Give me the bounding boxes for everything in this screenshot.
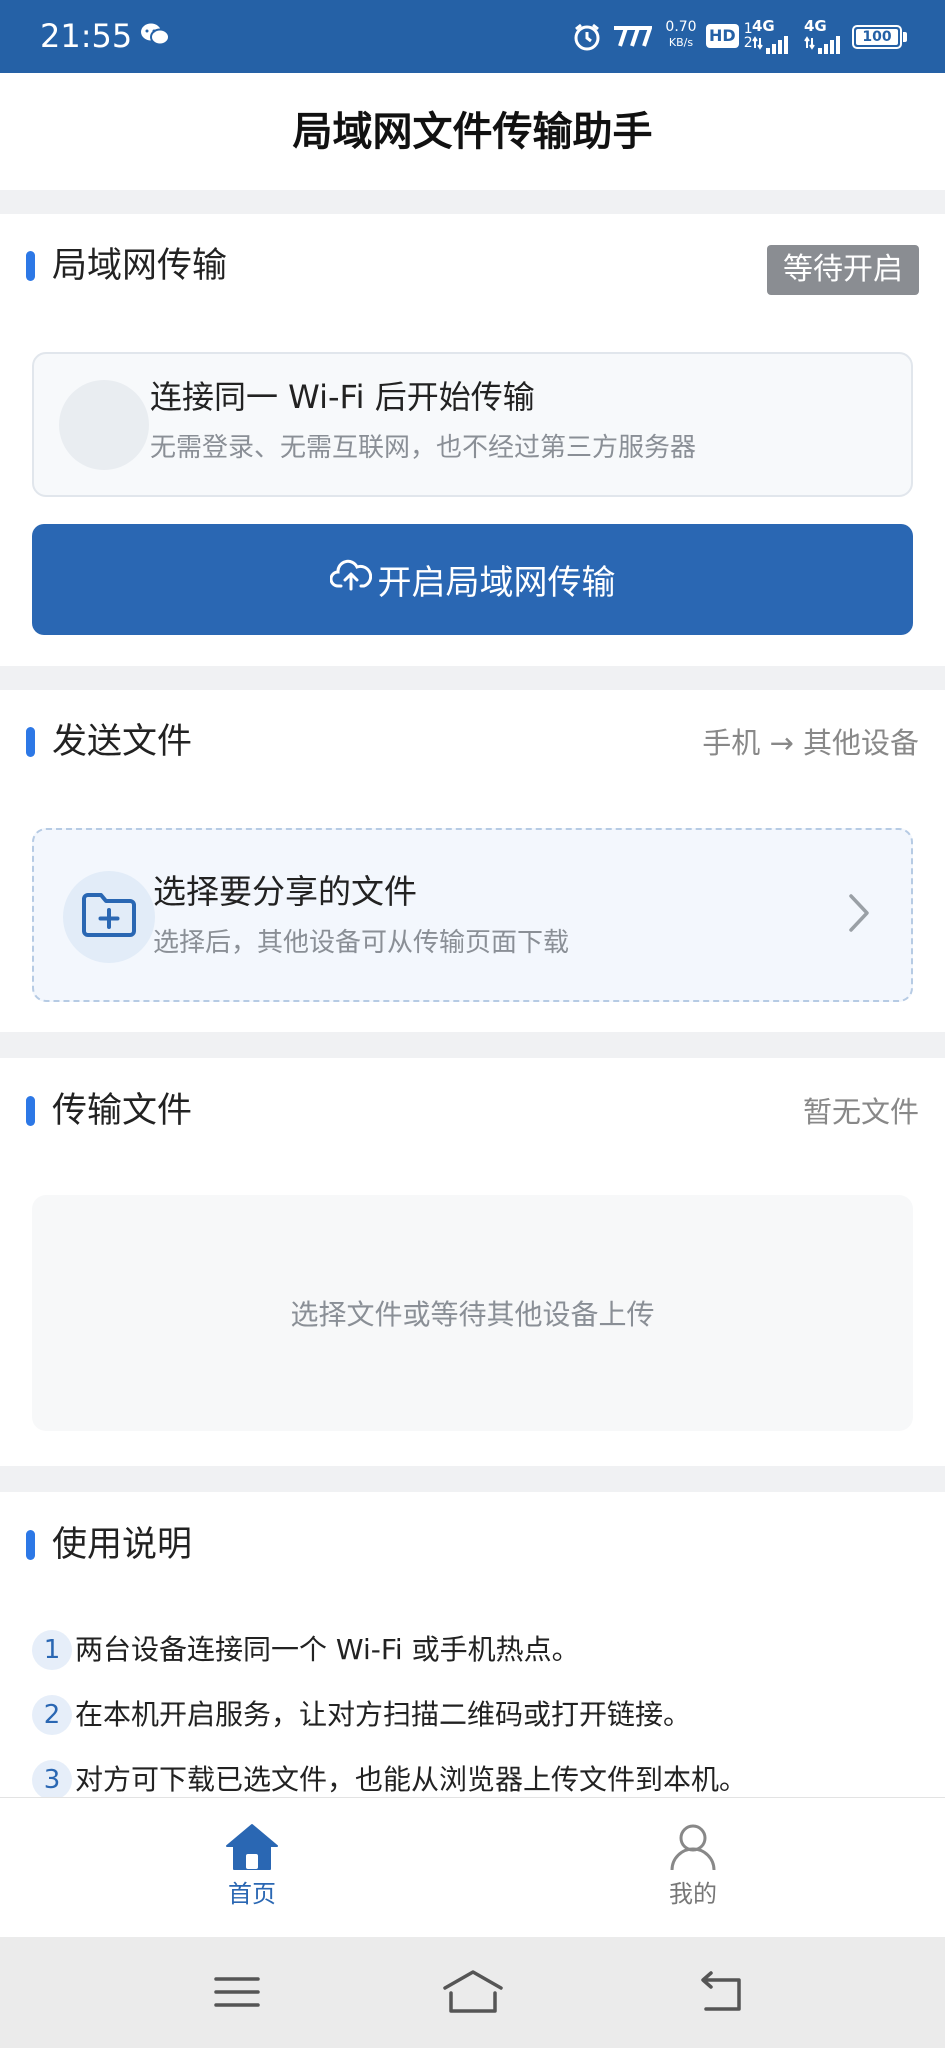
- step-number: 3: [32, 1760, 72, 1800]
- transfer-status: 暂无文件: [802, 1095, 919, 1129]
- user-icon: [667, 1824, 719, 1876]
- hd-voice-icon: HD 1 2: [706, 22, 753, 50]
- chevron-right-icon: [847, 892, 871, 938]
- home-icon: [224, 1824, 280, 1876]
- status-badge: 等待开启: [767, 245, 919, 295]
- cloud-upload-icon: [329, 558, 378, 601]
- net-speed-unit: KB/s: [668, 36, 694, 49]
- step-text: 对方可下载已选文件，也能从浏览器上传文件到本机。: [75, 1763, 748, 1796]
- battery-icon: 100: [852, 25, 902, 49]
- section-accent-bar: [26, 251, 35, 281]
- step-text: 在本机开启服务，让对方扫描二维码或打开链接。: [75, 1698, 692, 1731]
- wifi-avatar: [59, 380, 149, 470]
- section-accent-bar: [26, 727, 35, 757]
- signal2-label: 4G: [804, 17, 827, 35]
- page-title: 局域网文件传输助手: [292, 109, 653, 155]
- empty-state: 选择文件或等待其他设备上传: [32, 1195, 913, 1431]
- wifi-info-box: 连接同一 Wi-Fi 后开始传输 无需登录、无需互联网，也不经过第三方服务器: [32, 352, 913, 497]
- usage-guide-card: 使用说明 1 两台设备连接同一个 Wi-Fi 或手机热点。 2 在本机开启服务，…: [0, 1492, 945, 1800]
- section-accent-bar: [26, 1530, 35, 1560]
- send-files-card: 发送文件 手机 → 其他设备 选择要分享的文件 选择后，其他设备可从传输页面下载: [0, 690, 945, 1032]
- pick-title: 选择要分享的文件: [153, 872, 417, 911]
- transfer-files-card: 传输文件 暂无文件 选择文件或等待其他设备上传: [0, 1058, 945, 1466]
- step-number: 2: [32, 1695, 72, 1735]
- status-time: 21:55: [40, 17, 133, 55]
- nav-label: 我的: [669, 1880, 717, 1908]
- section-accent-bar: [26, 1096, 35, 1126]
- pick-file-button[interactable]: 选择要分享的文件 选择后，其他设备可从传输页面下载: [32, 828, 913, 1002]
- alarm-icon: [572, 22, 602, 56]
- app-header: 局域网文件传输助手: [0, 73, 945, 190]
- section-title: 传输文件: [52, 1091, 193, 1131]
- info-subtitle: 无需登录、无需互联网，也不经过第三方服务器: [150, 433, 697, 463]
- system-nav-bar: [0, 1937, 945, 2048]
- nav-item-mine[interactable]: 我的: [633, 1822, 753, 1910]
- lan-transfer-card: 局域网传输 等待开启 连接同一 Wi-Fi 后开始传输 无需登录、无需互联网，也…: [0, 214, 945, 666]
- info-title: 连接同一 Wi-Fi 后开始传输: [150, 378, 535, 416]
- step-number: 1: [32, 1630, 72, 1670]
- nav-label: 首页: [228, 1880, 276, 1908]
- signal1-label: 4G: [752, 17, 775, 35]
- hd-label: HD: [706, 24, 739, 48]
- back-icon[interactable]: [696, 1967, 746, 2021]
- menu-icon[interactable]: [214, 1967, 260, 2021]
- section-title: 使用说明: [52, 1525, 193, 1565]
- step-text: 两台设备连接同一个 Wi-Fi 或手机热点。: [75, 1633, 580, 1666]
- net-speed-value: 0.70: [665, 19, 697, 35]
- nav-item-home[interactable]: 首页: [192, 1822, 312, 1910]
- start-lan-button-label: 开启局域网传输: [377, 563, 616, 603]
- section-title: 局域网传输: [52, 246, 228, 286]
- start-lan-button[interactable]: 开启局域网传输: [32, 524, 913, 635]
- pick-subtitle: 选择后，其他设备可从传输页面下载: [153, 928, 570, 958]
- home-system-icon[interactable]: [442, 1967, 504, 2021]
- pick-icon-wrap: [63, 871, 155, 963]
- section-title: 发送文件: [52, 722, 193, 762]
- bottom-nav: 首页 我的: [0, 1797, 945, 1937]
- status-bar: 21:55 0.70 KB/s HD 1 2 4G 4G 100: [0, 0, 945, 73]
- network-speed: 0.70 KB/s: [661, 20, 701, 50]
- direction-label: 手机 → 其他设备: [702, 726, 919, 760]
- folder-add-icon: [79, 889, 139, 945]
- wechat-icon: [140, 22, 170, 52]
- nfc-icon: [610, 26, 653, 52]
- battery-cap: [903, 32, 907, 42]
- battery-level: 100: [856, 29, 898, 45]
